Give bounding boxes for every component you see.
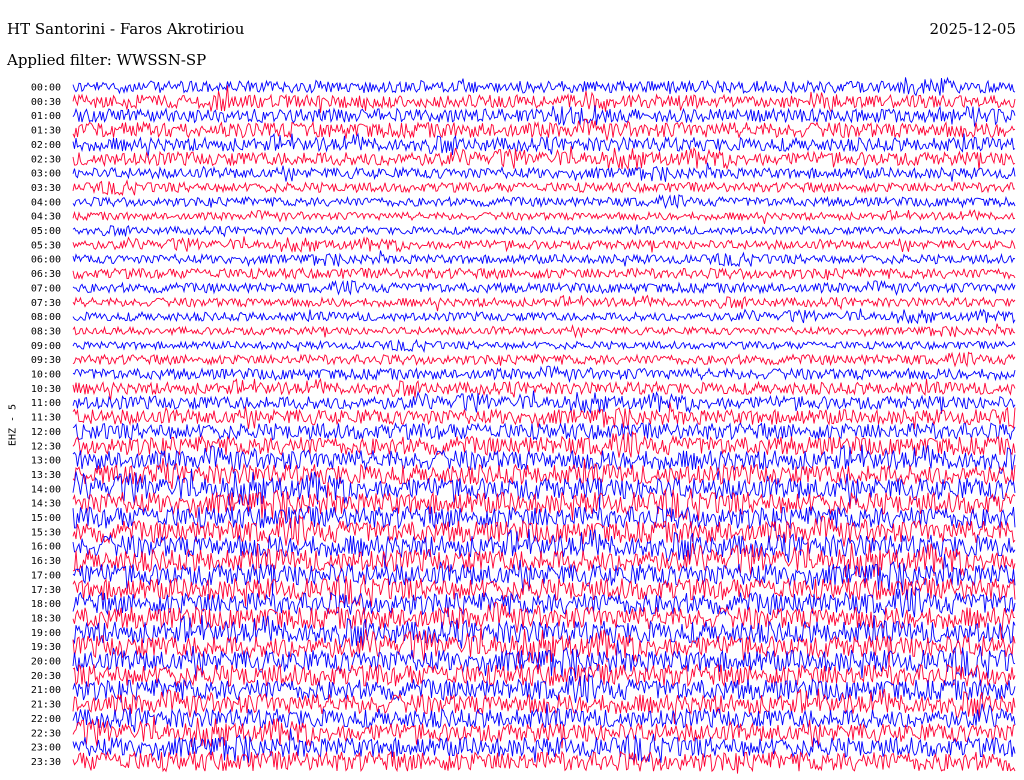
row-label: 00:30 (31, 97, 61, 108)
trace-line (72, 294, 1016, 312)
trace-line (72, 505, 1016, 532)
row-label: 23:00 (31, 743, 61, 754)
trace-line (72, 672, 1016, 703)
row-label: 21:00 (31, 685, 61, 696)
trace-line (72, 118, 1016, 141)
row-label: 08:30 (31, 326, 61, 337)
row-label: 17:30 (31, 585, 61, 596)
trace-line (72, 146, 1016, 171)
trace-line (72, 236, 1016, 254)
row-label: 12:00 (31, 427, 61, 438)
row-label: 02:30 (31, 154, 61, 165)
row-label: 19:30 (31, 642, 61, 653)
row-label: 19:00 (31, 628, 61, 639)
row-label: 10:00 (31, 370, 61, 381)
trace-line (72, 105, 1016, 128)
row-label: 06:30 (31, 269, 61, 280)
row-label: 04:30 (31, 212, 61, 223)
row-label: 18:00 (31, 599, 61, 610)
trace-line (72, 749, 1016, 774)
row-label: 06:00 (31, 255, 61, 266)
trace-line (72, 377, 1016, 401)
row-label: 10:30 (31, 384, 61, 395)
row-label: 20:00 (31, 657, 61, 668)
trace-line (72, 76, 1016, 97)
trace-line (72, 365, 1016, 384)
trace-line (72, 402, 1016, 430)
row-label: 18:30 (31, 613, 61, 624)
trace-line (72, 457, 1016, 490)
trace-line (72, 193, 1016, 210)
row-label: 16:30 (31, 556, 61, 567)
row-label: 21:30 (31, 700, 61, 711)
row-label: 12:30 (31, 441, 61, 452)
row-label: 20:30 (31, 671, 61, 682)
row-label: 09:30 (31, 355, 61, 366)
trace-line (72, 574, 1016, 607)
trace-line (72, 266, 1016, 281)
row-label: 13:30 (31, 470, 61, 481)
trace-line (72, 162, 1016, 182)
row-label: 16:00 (31, 542, 61, 553)
row-label: 01:00 (31, 111, 61, 122)
row-label: 07:00 (31, 283, 61, 294)
trace-line (72, 208, 1016, 225)
row-label: 11:30 (31, 413, 61, 424)
row-label: 04:00 (31, 197, 61, 208)
row-label: 15:30 (31, 527, 61, 538)
row-label: 15:00 (31, 513, 61, 524)
row-label: 05:00 (31, 226, 61, 237)
trace-line (72, 390, 1016, 415)
trace-line (72, 528, 1016, 569)
row-label: 08:00 (31, 312, 61, 323)
row-label: 00:00 (31, 83, 61, 94)
row-label: 05:30 (31, 240, 61, 251)
trace-line (72, 422, 1016, 442)
trace-line (72, 224, 1016, 238)
row-label: 09:00 (31, 341, 61, 352)
row-label: 22:30 (31, 728, 61, 739)
trace-line (72, 715, 1016, 749)
trace-line (72, 179, 1016, 196)
trace-line (72, 323, 1016, 339)
trace-line (72, 351, 1016, 368)
row-label: 14:00 (31, 484, 61, 495)
trace-line (72, 308, 1016, 325)
row-label: 17:00 (31, 570, 61, 581)
trace-line (72, 132, 1016, 159)
row-label: 03:00 (31, 169, 61, 180)
row-label: 11:00 (31, 398, 61, 409)
row-label: 02:00 (31, 140, 61, 151)
trace-line (72, 514, 1016, 547)
trace-line (72, 626, 1016, 665)
trace-line (72, 663, 1016, 688)
row-label: 01:30 (31, 126, 61, 137)
row-label: 22:00 (31, 714, 61, 725)
helicorder-plot: 00:00 00:30 01:00 01:30 02:00 02:30 03:00 03:30… (31, 76, 1016, 774)
trace-line (72, 338, 1016, 353)
trace-line (72, 279, 1016, 296)
row-label: 03:30 (31, 183, 61, 194)
row-label: 07:30 (31, 298, 61, 309)
row-label: 23:30 (31, 757, 61, 768)
row-label: 14:30 (31, 499, 61, 510)
row-label: 13:00 (31, 456, 61, 467)
trace-line (72, 250, 1016, 268)
